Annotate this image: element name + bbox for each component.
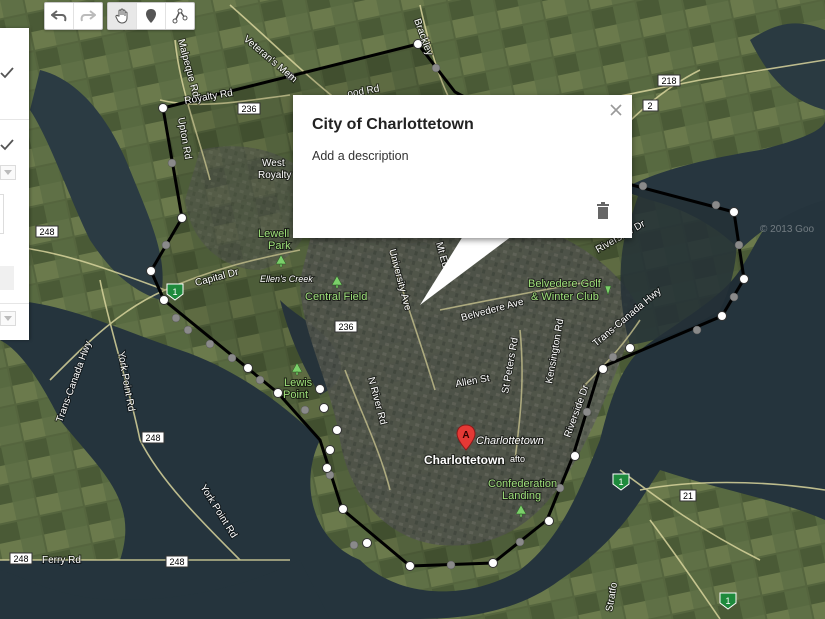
feature-info-popup: City of Charlottetown Add a description: [293, 95, 632, 238]
park-label: Central Field: [305, 291, 367, 303]
park-label: Lewell: [258, 228, 289, 240]
panel-divider: [0, 303, 29, 304]
route-21-shield: 21: [679, 489, 697, 502]
route-248-shield: 248: [165, 555, 189, 568]
delete-button[interactable]: [596, 202, 612, 220]
svg-text:1: 1: [172, 287, 177, 297]
draw-line-icon: [172, 8, 188, 24]
route-248-shield: 248: [35, 225, 59, 238]
route-2-shield: 2: [642, 99, 659, 112]
drawing-toolbar: [44, 2, 195, 30]
feature-title[interactable]: City of Charlottetown: [312, 116, 474, 134]
layer-thumbnail[interactable]: [0, 194, 4, 234]
close-button[interactable]: [609, 103, 623, 117]
park-label: Confederation: [488, 478, 557, 490]
marker-letter: A: [462, 430, 469, 441]
layer-row-highlight[interactable]: [0, 266, 14, 290]
add-marker-icon: [146, 9, 156, 23]
base-map-dropdown[interactable]: [0, 311, 16, 326]
history-group: [44, 2, 103, 30]
draw-line-button[interactable]: [166, 3, 194, 29]
svg-text:21: 21: [683, 491, 693, 501]
route-236-shield: 236: [334, 320, 358, 333]
description-field[interactable]: Add a description: [312, 149, 409, 163]
close-icon: [610, 104, 622, 116]
park-label: & Winter Club: [531, 291, 599, 303]
park-label: Landing: [502, 490, 541, 502]
park-label: Point: [283, 389, 308, 401]
trash-icon: [597, 202, 609, 219]
city-label: Charlottetown: [424, 453, 505, 467]
chevron-down-icon: [4, 170, 12, 175]
area-label: West: [262, 158, 285, 169]
layers-panel: [0, 28, 29, 340]
park-label: Park: [268, 240, 291, 252]
road-label: Ferry Rd: [42, 555, 81, 566]
layer-checkbox-checked-icon[interactable]: [0, 66, 14, 80]
road-label: afto: [510, 454, 525, 464]
svg-text:248: 248: [169, 557, 184, 567]
park-label: Belvedere Golf: [528, 278, 602, 290]
chevron-down-icon: [4, 316, 12, 321]
redo-icon: [80, 10, 96, 22]
svg-text:248: 248: [39, 227, 54, 237]
route-236-shield: 236: [237, 102, 261, 115]
svg-text:248: 248: [13, 554, 28, 564]
pan-tool-button[interactable]: [108, 3, 137, 29]
style-dropdown[interactable]: [0, 165, 16, 180]
undo-icon: [51, 10, 67, 22]
tool-group: [107, 2, 195, 30]
satellite-map[interactable]: 236 236 248 248 248 248 218 2 21 1 1 1 R…: [0, 0, 825, 619]
creek-label: Ellen's Creek: [260, 274, 313, 284]
copyright-text: © 2013 Goo: [760, 224, 815, 235]
area-label: Royalty: [258, 170, 291, 181]
panel-divider: [0, 119, 29, 120]
svg-text:236: 236: [338, 322, 353, 332]
svg-text:236: 236: [241, 104, 256, 114]
park-label: Lewis: [284, 377, 313, 389]
layer-checkbox-checked-icon[interactable]: [0, 138, 14, 152]
hand-pan-icon: [115, 8, 128, 24]
redo-button[interactable]: [74, 3, 102, 29]
undo-button[interactable]: [45, 3, 74, 29]
route-218-shield: 218: [657, 74, 681, 87]
svg-text:248: 248: [145, 433, 160, 443]
route-248-shield: 248: [9, 552, 33, 565]
svg-text:1: 1: [725, 596, 730, 606]
marker-label: Charlottetown: [476, 435, 544, 447]
add-marker-button[interactable]: [137, 3, 166, 29]
svg-text:1: 1: [618, 477, 623, 487]
route-248-shield: 248: [141, 431, 165, 444]
svg-text:218: 218: [661, 76, 676, 86]
svg-text:2: 2: [647, 101, 652, 111]
